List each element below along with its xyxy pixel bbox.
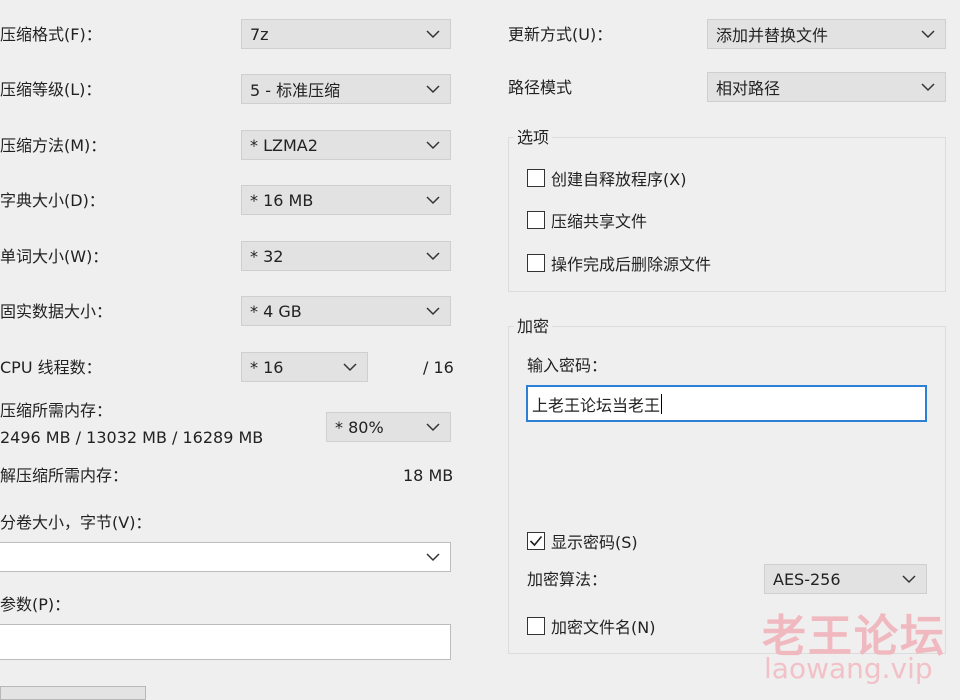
password-value: 上老王论坛当老王 (532, 395, 661, 415)
mem-select[interactable]: * 80% (326, 412, 451, 442)
path-select[interactable]: 相对路径 (707, 72, 946, 102)
chevron-down-icon (424, 302, 442, 320)
chevron-down-icon (919, 78, 937, 96)
algo-value: AES-256 (773, 569, 841, 589)
checkbox-box (527, 532, 545, 550)
sfx-checkbox[interactable]: 创建自释放程序(X) (527, 166, 686, 190)
delete-checkbox-label: 操作完成后删除源文件 (551, 255, 712, 274)
algo-label: 加密算法： (527, 570, 608, 589)
checkmark-icon (529, 535, 543, 547)
update-select[interactable]: 添加并替换文件 (707, 19, 946, 49)
word-label: 单词大小(W)： (0, 247, 109, 266)
decomp-label: 解压缩所需内存： (0, 466, 129, 485)
solid-select[interactable]: * 4 GB (241, 296, 451, 326)
word-value: * 32 (250, 246, 284, 266)
sfx-checkbox-label: 创建自释放程序(X) (551, 170, 687, 189)
options-title: 选项 (514, 128, 553, 148)
threads-total: / 16 (423, 358, 454, 377)
algo-select[interactable]: AES-256 (764, 564, 927, 594)
path-label: 路径模式 (508, 78, 573, 97)
watermark-url: laowang.vip (764, 652, 933, 685)
dict-label: 字典大小(D)： (0, 191, 105, 210)
checkbox-box (527, 254, 545, 272)
show-password-checkbox[interactable]: 显示密码(S) (527, 529, 638, 553)
chevron-down-icon (424, 548, 442, 566)
encrypt-names-checkbox[interactable]: 加密文件名(N) (527, 614, 655, 638)
level-value: 5 - 标准压缩 (250, 81, 341, 100)
level-label: 压缩等级(L)： (0, 80, 102, 99)
chevron-down-icon (900, 570, 918, 588)
update-label: 更新方式(U)： (508, 25, 613, 44)
chevron-down-icon (341, 358, 359, 376)
chevron-down-icon (424, 25, 442, 43)
update-value: 添加并替换文件 (716, 26, 829, 45)
shared-checkbox[interactable]: 压缩共享文件 (527, 208, 647, 232)
threads-label: CPU 线程数： (0, 358, 102, 377)
delete-checkbox[interactable]: 操作完成后删除源文件 (527, 251, 711, 275)
volume-label: 分卷大小，字节(V)： (0, 513, 152, 532)
dict-select[interactable]: * 16 MB (241, 185, 451, 215)
shared-checkbox-label: 压缩共享文件 (551, 212, 648, 231)
params-label: 参数(P)： (0, 595, 71, 614)
path-value: 相对路径 (716, 79, 781, 98)
threads-value: * 16 (250, 357, 284, 377)
checkbox-box (527, 169, 545, 187)
encrypt-title: 加密 (514, 317, 553, 337)
format-value: 7z (250, 24, 269, 44)
chevron-down-icon (424, 418, 442, 436)
level-select[interactable]: 5 - 标准压缩 (241, 74, 451, 104)
solid-value: * 4 GB (250, 301, 302, 321)
method-select[interactable]: * LZMA2 (241, 130, 451, 160)
threads-select[interactable]: * 16 (241, 352, 368, 382)
params-input[interactable] (0, 624, 451, 660)
checkbox-box (527, 617, 545, 635)
method-label: 压缩方法(M)： (0, 136, 107, 155)
chevron-down-icon (424, 247, 442, 265)
method-value: * LZMA2 (250, 135, 318, 155)
mem-value: * 80% (335, 417, 384, 437)
password-label: 输入密码： (527, 356, 608, 375)
bottom-button[interactable] (0, 686, 146, 700)
password-input[interactable]: 上老王论坛当老王 (526, 385, 927, 422)
show-password-label: 显示密码(S) (551, 533, 638, 552)
chevron-down-icon (424, 191, 442, 209)
decomp-value: 18 MB (403, 466, 454, 485)
dict-value: * 16 MB (250, 190, 314, 210)
chevron-down-icon (424, 136, 442, 154)
encrypt-names-label: 加密文件名(N) (551, 618, 656, 637)
format-select[interactable]: 7z (241, 19, 451, 49)
volume-select[interactable] (0, 542, 451, 572)
word-select[interactable]: * 32 (241, 241, 451, 271)
format-label: 压缩格式(F)： (0, 25, 102, 44)
solid-label: 固实数据大小： (0, 302, 113, 321)
text-caret (661, 393, 663, 414)
checkbox-box (527, 211, 545, 229)
chevron-down-icon (919, 25, 937, 43)
chevron-down-icon (424, 80, 442, 98)
mem-detail: 2496 MB / 13032 MB / 16289 MB (0, 428, 264, 447)
mem-label: 压缩所需内存： (0, 401, 113, 420)
